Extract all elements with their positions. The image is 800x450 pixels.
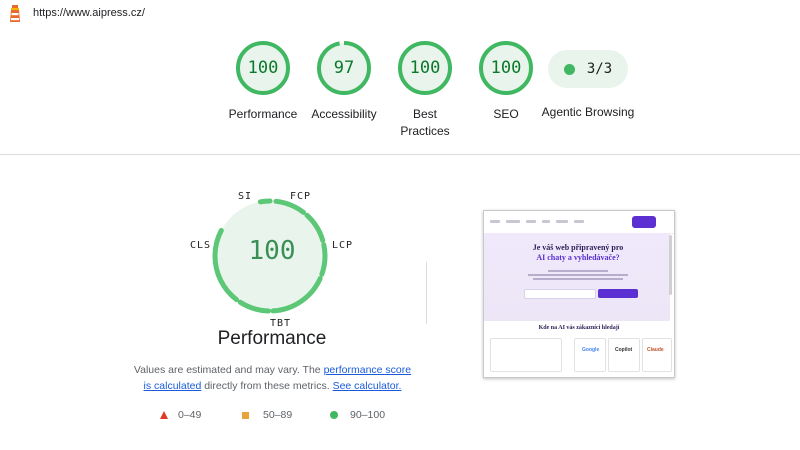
thumbnail-card [574,338,606,372]
legend-range: 0–49 [178,409,202,421]
thumbnail-card [490,338,562,372]
score-legend: 0–49 50–89 90–100 [160,409,400,425]
gauge-ring: 100 [478,40,534,96]
gauge-score: 100 [247,58,279,78]
gauge-seo[interactable]: 100 SEO [464,40,548,123]
metric-label-si[interactable]: SI [238,191,252,202]
thumbnail-card [608,338,640,372]
gauge-score: 97 [333,58,355,78]
legend-range: 90–100 [350,409,386,421]
gauge-ring: 100 [235,40,291,96]
metric-label-fcp[interactable]: FCP [290,191,311,202]
performance-score: 100 [248,236,296,266]
thumbnail-url-input [524,289,596,299]
thumbnail-subtext [524,268,632,280]
thumbnail-headline-accent: AI chaty a vyhledávače? [536,253,620,262]
thumbnail-card [642,338,672,372]
gauge-performance[interactable]: 100 Performance [221,40,305,123]
thumbnail-nav-items [490,220,600,224]
thumbnail-navbar [484,211,674,234]
report-header: https://www.aipress.cz/ [0,0,800,28]
gauge-accessibility[interactable]: 97 Accessibility [302,40,386,123]
thumbnail-headline-line: Je váš web připravený pro [532,243,624,252]
thumbnail-scrollbar [669,235,672,295]
thumbnail-headline: Je váš web připravený pro AI chaty a vyh… [498,243,658,263]
legend-item-average: 50–89 [242,409,292,421]
thumbnail-logo: Claude [647,347,664,353]
gauge-label: SEO [493,107,519,121]
gauge-score: 100 [409,58,441,78]
legend-item-pass: 90–100 [330,409,385,421]
gauge-score: 100 [490,58,522,78]
circle-icon [330,411,338,419]
legend-range: 50–89 [263,409,293,421]
description-text: directly from these metrics. [201,380,333,392]
final-screenshot-thumbnail[interactable]: Je váš web připravený pro AI chaty a vyh… [483,210,675,378]
metric-label-lcp[interactable]: LCP [332,240,353,251]
thumbnail-cta-button [632,216,656,228]
agentic-fraction: 3/3 [586,61,613,77]
gauge-ring: 97 [316,40,372,96]
gauge-best-practices[interactable]: 100 Best Practices [383,40,467,140]
gauge-ring: 100 [397,40,453,96]
thumbnail-section-title: Kde na AI vás zákazníci hledají [538,325,620,331]
section-divider [0,154,800,155]
gauge-label: Accessibility [311,107,377,121]
category-gauges: 100 Performance 97 Accessibility 100 Bes… [0,40,800,150]
gauge-label: Agentic Browsing [541,105,635,119]
legend-item-fail: 0–49 [160,409,201,421]
performance-title: Performance [217,328,327,349]
lighthouse-icon [10,5,20,22]
gauge-label: Performance [228,107,298,121]
see-calculator-link[interactable]: See calculator. [333,380,402,392]
thumbnail-logo: Copilot [615,347,633,353]
vertical-divider [426,262,427,324]
thumbnail-submit-button [598,289,638,298]
gauge-label: Best Practices [400,107,450,138]
pass-circle-icon [563,63,575,75]
square-icon [242,411,249,419]
gauge-agentic-browsing[interactable]: 3/3 [548,50,628,88]
description-text: Values are estimated and may vary. The [133,364,324,376]
metric-label-cls[interactable]: CLS [190,240,211,251]
thumbnail-logo: Google [582,347,600,353]
report-url[interactable]: https://www.aipress.cz/ [33,7,145,19]
performance-description: Values are estimated and may vary. The p… [130,362,415,394]
triangle-icon [160,411,168,419]
